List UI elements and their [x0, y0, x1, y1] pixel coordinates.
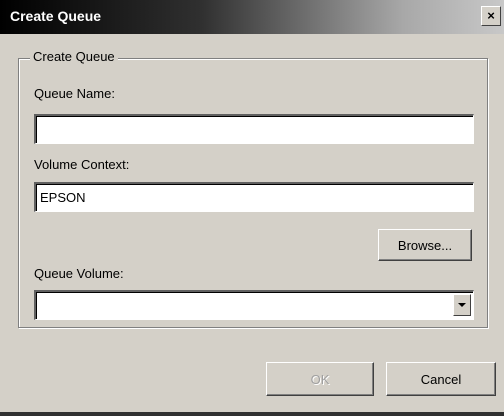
close-button[interactable]: × — [481, 6, 501, 26]
window-bottom-edge — [0, 412, 504, 416]
group-title: Create Queue — [30, 49, 118, 64]
close-icon: × — [487, 8, 495, 23]
volume-context-input[interactable] — [34, 182, 474, 212]
ok-button[interactable]: OK — [266, 362, 374, 396]
queue-name-input[interactable] — [34, 114, 474, 144]
queue-volume-dropdown-button[interactable] — [453, 294, 471, 316]
queue-volume-select[interactable] — [34, 290, 474, 320]
queue-name-label: Queue Name: — [34, 86, 115, 101]
browse-button[interactable]: Browse... — [378, 229, 472, 261]
title-bar: Create Queue × — [0, 0, 504, 34]
volume-context-label: Volume Context: — [34, 157, 130, 172]
window-title: Create Queue — [10, 8, 102, 24]
queue-volume-label: Queue Volume: — [34, 266, 124, 281]
cancel-button[interactable]: Cancel — [386, 362, 496, 396]
chevron-down-icon — [458, 303, 466, 307]
